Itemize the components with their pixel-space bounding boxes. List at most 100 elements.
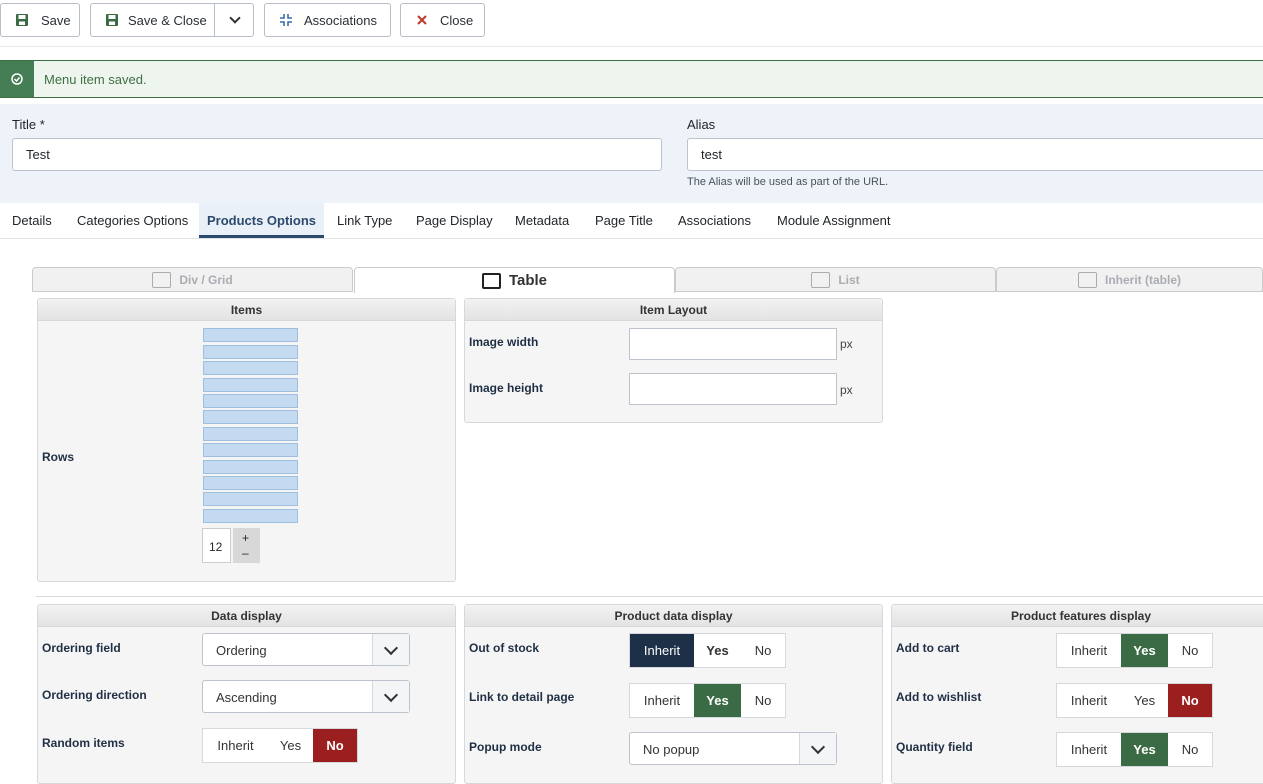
grid-icon [152,271,172,288]
row-bar[interactable] [203,378,298,392]
title-alias-section: Title * Test Alias test The Alias will b… [0,104,1263,203]
link-detail-toggle: Inherit Yes No [629,683,786,718]
link-detail-inherit[interactable]: Inherit [630,684,694,717]
row-bar[interactable] [203,443,298,457]
image-height-unit: px [840,383,853,397]
add-to-wishlist-yes[interactable]: Yes [1121,684,1168,717]
add-to-wishlist-no[interactable]: No [1168,684,1212,717]
items-panel-title: Items [38,299,455,321]
out-of-stock-no[interactable]: No [741,634,785,667]
row-bar[interactable] [203,427,298,441]
layout-tab-table[interactable]: Table [354,267,675,293]
random-items-inherit[interactable]: Inherit [203,729,268,762]
rows-value-input[interactable]: 12 [202,528,231,563]
layout-tab-list[interactable]: List [675,267,996,292]
dropdown-toggle-button[interactable] [214,4,254,36]
ordering-direction-label: Ordering direction [42,688,147,702]
add-to-wishlist-label: Add to wishlist [896,690,982,704]
link-detail-no[interactable]: No [741,684,785,717]
compress-icon [279,13,293,27]
row-bar[interactable] [203,394,298,408]
row-bar[interactable] [203,492,298,506]
row-bar[interactable] [203,460,298,474]
row-bar[interactable] [203,328,298,342]
out-of-stock-yes[interactable]: Yes [694,634,741,667]
add-to-cart-yes[interactable]: Yes [1121,634,1168,667]
link-detail-label: Link to detail page [469,690,575,704]
out-of-stock-inherit[interactable]: Inherit [630,634,694,667]
tab-bar: Details Categories Options Products Opti… [0,203,1263,239]
link-detail-yes[interactable]: Yes [694,684,741,717]
tab-link-type[interactable]: Link Type [337,203,392,238]
add-to-cart-label: Add to cart [896,641,960,655]
save-button[interactable]: Save [0,3,80,37]
row-bar[interactable] [203,476,298,490]
section-divider [36,596,1263,597]
data-display-panel-title: Data display [38,605,455,627]
popup-mode-select[interactable]: No popup [629,732,837,765]
close-button[interactable]: Close [400,3,485,37]
associations-button[interactable]: Associations [264,3,391,37]
alias-hint: The Alias will be used as part of the UR… [687,176,889,188]
layout-tab-inherit[interactable]: Inherit (table) [996,267,1263,292]
product-data-display-panel-title: Product data display [465,605,882,627]
random-items-yes[interactable]: Yes [268,729,313,762]
list-icon [811,271,831,288]
title-input[interactable]: Test [12,138,662,171]
rows-stepper: + – [233,528,260,563]
tab-page-display[interactable]: Page Display [416,203,493,238]
image-height-input[interactable] [629,373,837,405]
image-height-label: Image height [469,381,544,395]
image-width-label: Image width [469,335,539,349]
row-bar[interactable] [203,509,298,523]
save-close-button[interactable]: Save & Close [90,3,254,37]
out-of-stock-label: Out of stock [469,641,540,655]
add-to-cart-toggle: Inherit Yes No [1056,633,1213,668]
increment-button[interactable]: + [242,531,249,545]
tab-details[interactable]: Details [12,203,52,238]
chevron-down-icon [799,733,836,764]
tab-products-options[interactable]: Products Options [199,203,324,238]
tab-categories-options[interactable]: Categories Options [77,203,188,238]
tab-associations[interactable]: Associations [678,203,751,238]
success-alert: Menu item saved. [0,60,1263,98]
row-bar[interactable] [203,345,298,359]
ordering-field-select[interactable]: Ordering [202,633,410,666]
tab-page-title[interactable]: Page Title [595,203,653,238]
inherit-icon [1077,271,1097,288]
save-icon [105,13,119,27]
ordering-field-label: Ordering field [42,641,121,655]
popup-mode-label: Popup mode [469,740,542,754]
quantity-field-yes[interactable]: Yes [1121,733,1168,766]
image-width-input[interactable] [629,328,837,360]
check-circle-icon [0,61,34,97]
row-bar[interactable] [203,410,298,424]
chevron-down-icon [372,681,409,712]
close-icon [415,13,429,27]
add-to-wishlist-inherit[interactable]: Inherit [1057,684,1121,717]
rows-label: Rows [42,450,75,464]
layout-tab-div-grid[interactable]: Div / Grid [32,267,353,292]
out-of-stock-toggle: Inherit Yes No [629,633,786,668]
quantity-field-label: Quantity field [896,740,973,754]
table-icon [481,272,501,289]
quantity-field-toggle: Inherit Yes No [1056,732,1213,767]
ordering-direction-select[interactable]: Ascending [202,680,410,713]
random-items-no[interactable]: No [313,729,357,762]
add-to-wishlist-toggle: Inherit Yes No [1056,683,1213,718]
product-features-panel-title: Product features display [892,605,1263,627]
item-layout-panel-title: Item Layout [465,299,882,321]
quantity-field-no[interactable]: No [1168,733,1212,766]
tab-metadata[interactable]: Metadata [515,203,569,238]
add-to-cart-no[interactable]: No [1168,634,1212,667]
decrement-button[interactable]: – [242,546,249,560]
add-to-cart-inherit[interactable]: Inherit [1057,634,1121,667]
random-items-label: Random items [42,736,125,750]
tab-module-assignment[interactable]: Module Assignment [777,203,890,238]
quantity-field-inherit[interactable]: Inherit [1057,733,1121,766]
title-label: Title * [12,117,45,132]
alias-input[interactable]: test [687,138,1263,171]
save-icon [15,13,29,27]
row-bar[interactable] [203,361,298,375]
alert-message: Menu item saved. [44,72,147,87]
